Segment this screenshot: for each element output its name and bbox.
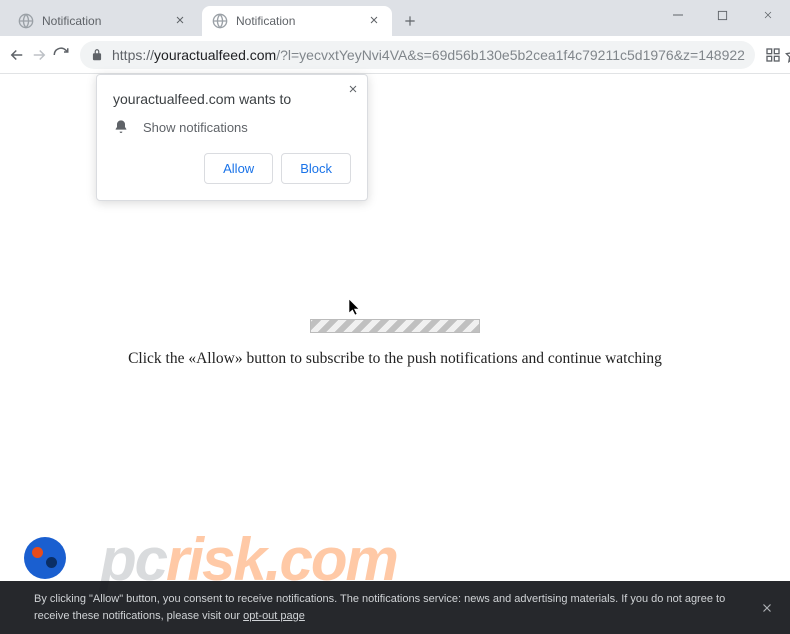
forward-button[interactable]	[30, 40, 48, 70]
cursor-icon	[348, 298, 362, 318]
logo-bubble-icon	[24, 537, 66, 579]
consent-bar: By clicking "Allow" button, you consent …	[0, 581, 790, 634]
permission-title: youractualfeed.com wants to	[113, 91, 351, 107]
lock-icon	[90, 48, 104, 62]
window-minimize-button[interactable]	[655, 0, 700, 30]
globe-icon	[212, 13, 228, 29]
new-tab-button[interactable]	[396, 7, 424, 35]
allow-button[interactable]: Allow	[204, 153, 273, 184]
back-button[interactable]	[8, 40, 26, 70]
extensions-button[interactable]	[765, 41, 781, 69]
block-button[interactable]: Block	[281, 153, 351, 184]
instruction-text: Click the «Allow» button to subscribe to…	[0, 350, 790, 368]
tab-title: Notification	[42, 14, 168, 28]
window-maximize-button[interactable]	[700, 0, 745, 30]
consent-text: By clicking "Allow" button, you consent …	[34, 593, 725, 622]
close-icon[interactable]	[760, 601, 774, 615]
url-protocol: https://	[112, 47, 154, 63]
bookmark-button[interactable]	[785, 41, 790, 69]
bell-icon	[113, 119, 143, 135]
tab-title: Notification	[236, 14, 362, 28]
browser-tab-active[interactable]: Notification	[202, 6, 392, 36]
close-icon[interactable]	[347, 83, 359, 95]
page-content: youractualfeed.com wants to Show notific…	[0, 74, 790, 634]
window-close-button[interactable]	[745, 0, 790, 30]
progress-bar	[310, 319, 480, 333]
permission-item: Show notifications	[143, 120, 248, 135]
opt-out-link[interactable]: opt-out page	[243, 610, 305, 622]
browser-toolbar: https://youractualfeed.com/?l=yecvxtYeyN…	[0, 36, 790, 74]
url-host: youractualfeed.com	[154, 47, 276, 63]
browser-tab-strip: Notification Notification	[0, 0, 790, 36]
url-path: /?l=yecvxtYeyNvi4VA&s=69d56b130e5b2cea1f…	[276, 47, 745, 63]
address-bar[interactable]: https://youractualfeed.com/?l=yecvxtYeyN…	[80, 41, 755, 69]
reload-button[interactable]	[52, 40, 70, 70]
close-icon[interactable]	[174, 14, 188, 28]
globe-icon	[18, 13, 34, 29]
browser-tab[interactable]: Notification	[8, 6, 198, 36]
permission-prompt: youractualfeed.com wants to Show notific…	[96, 74, 368, 201]
close-icon[interactable]	[368, 14, 382, 28]
